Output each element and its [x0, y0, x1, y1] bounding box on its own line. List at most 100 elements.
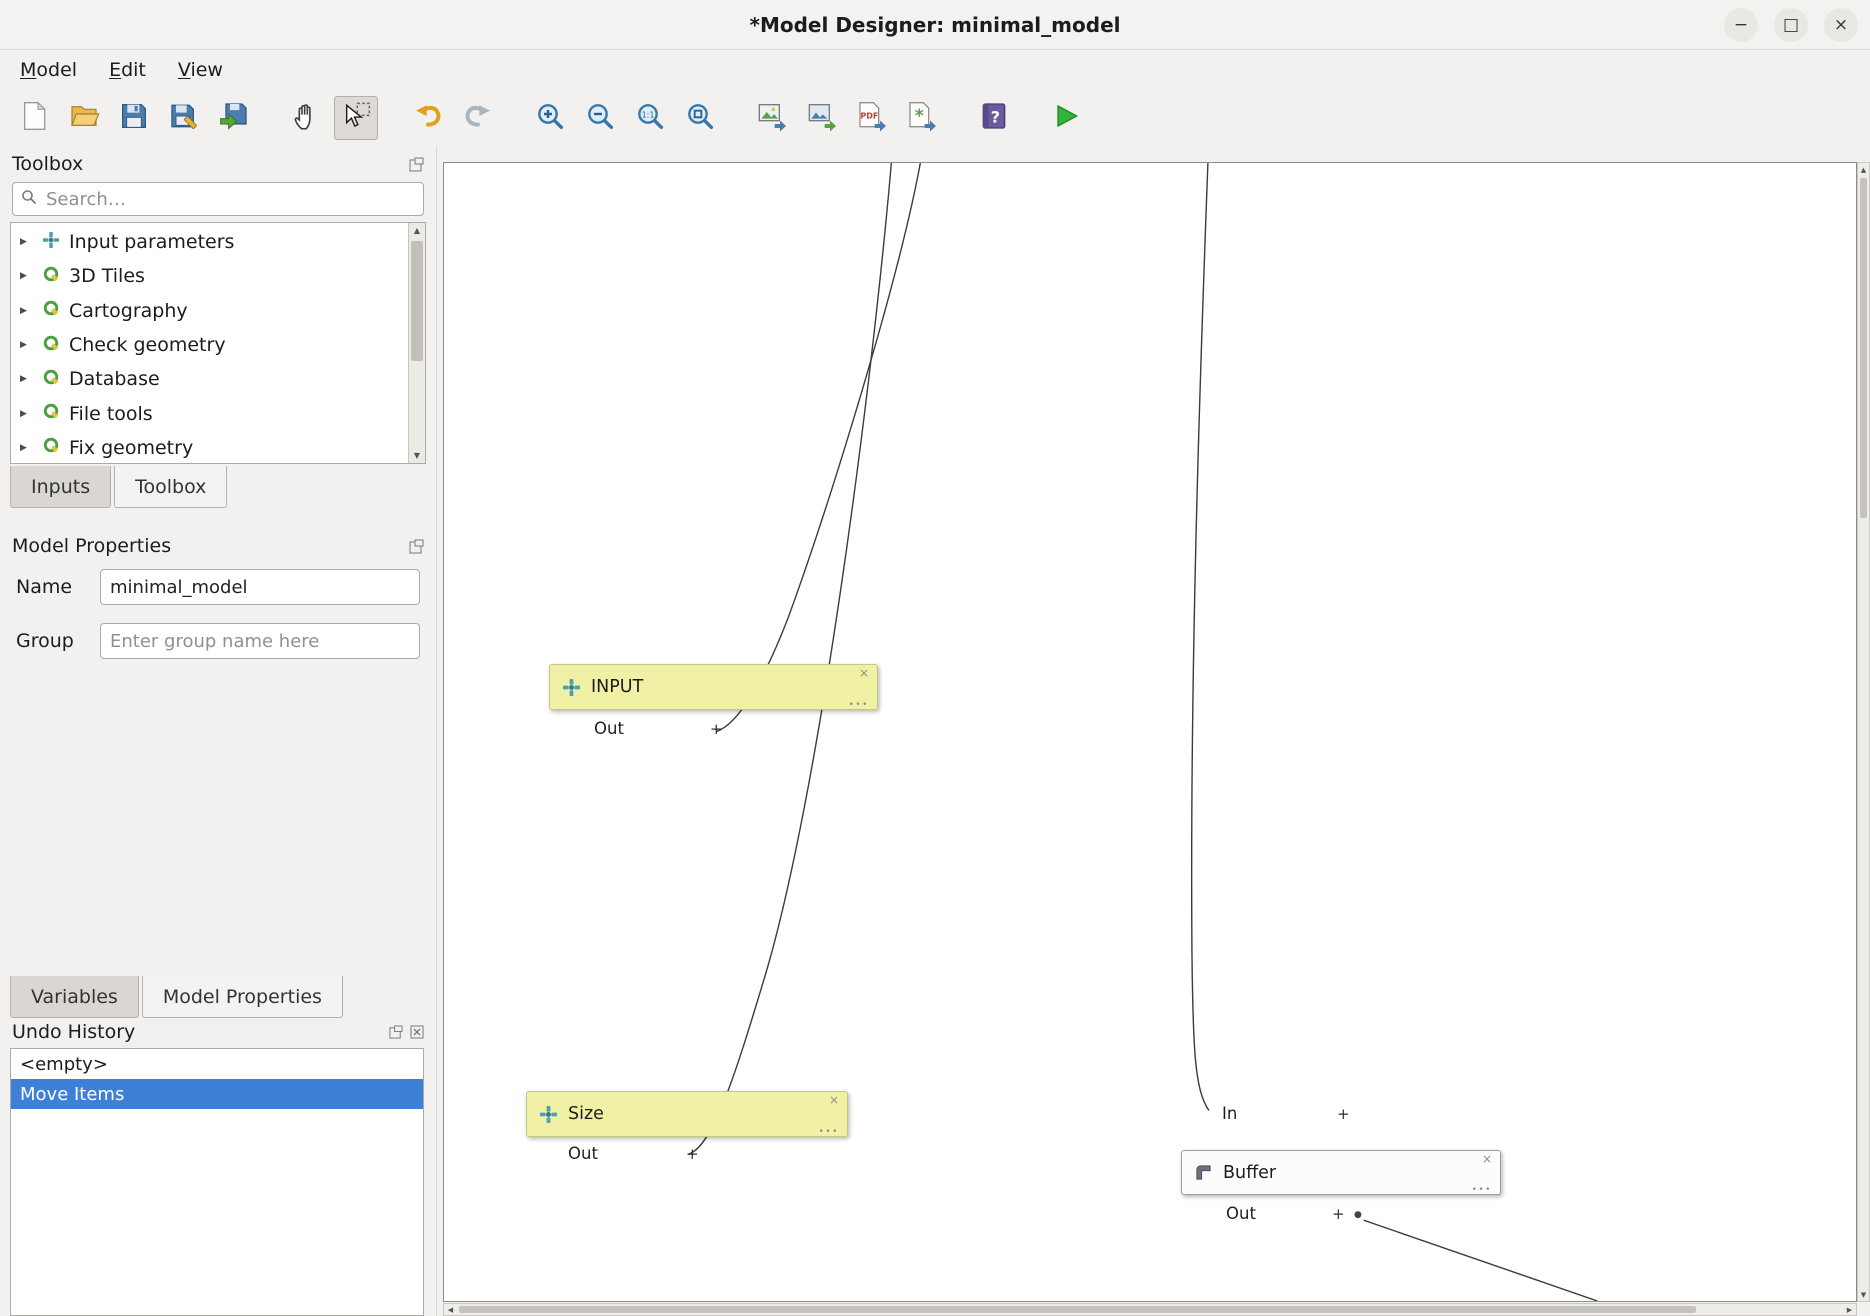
minimize-icon[interactable]: −: [1724, 8, 1758, 42]
export-pdf-icon: PDF: [856, 100, 888, 136]
tree-item-cartography[interactable]: ▶ Cartography: [11, 294, 408, 328]
node-remove-icon[interactable]: ×: [859, 666, 869, 680]
toolbox-search: [12, 182, 424, 216]
float-panel-icon[interactable]: [409, 157, 424, 172]
export-as-script-button[interactable]: *: [900, 96, 944, 140]
zoom-full-button[interactable]: [678, 96, 722, 140]
qgis-icon: [42, 368, 60, 391]
canvas-horizontal-scrollbar[interactable]: ◀ ▶: [443, 1303, 1857, 1316]
node-remove-icon[interactable]: ×: [829, 1093, 839, 1107]
run-model-button[interactable]: [1044, 96, 1088, 140]
expand-arrow-icon[interactable]: ▶: [20, 374, 33, 384]
node-label: Size: [568, 1104, 604, 1124]
node-input[interactable]: INPUT × •••: [549, 664, 878, 710]
zoom-out-button[interactable]: [578, 96, 622, 140]
node-dots-icon[interactable]: •••: [849, 700, 869, 710]
tree-scrollbar-thumb[interactable]: [411, 241, 423, 361]
socket-plus-icon[interactable]: +: [710, 720, 723, 738]
expand-arrow-icon[interactable]: ▶: [20, 237, 33, 247]
tree-item-database[interactable]: ▶ Database: [11, 362, 408, 396]
menu-edit[interactable]: Edit: [99, 53, 156, 87]
zoom-actual-button[interactable]: 1:1: [628, 96, 672, 140]
toolbox-tree: ▶ Input parameters ▶ 3D Tiles ▶ Cartogra…: [10, 222, 426, 464]
qgis-icon: [42, 436, 60, 459]
node-dots-icon[interactable]: •••: [819, 1127, 839, 1137]
zoom-in-button[interactable]: [528, 96, 572, 140]
undo-button[interactable]: [406, 96, 450, 140]
tree-item-3d-tiles[interactable]: ▶ 3D Tiles: [11, 259, 408, 293]
save-in-project-button[interactable]: [212, 96, 256, 140]
tab-toolbox[interactable]: Toolbox: [114, 466, 227, 508]
tree-item-label: 3D Tiles: [69, 265, 145, 287]
tree-scrollbar[interactable]: ▲ ▼: [408, 223, 425, 463]
toolbox-tabs: Inputs Toolbox: [0, 466, 436, 508]
tree-item-label: Cartography: [69, 300, 188, 322]
menu-model[interactable]: Model: [10, 53, 87, 87]
expand-arrow-icon[interactable]: ▶: [20, 443, 33, 453]
node-size[interactable]: Size × •••: [526, 1091, 848, 1137]
scroll-up-icon[interactable]: ▲: [1857, 163, 1870, 176]
window-title: *Model Designer: minimal_model: [750, 13, 1121, 37]
tree-item-input-parameters[interactable]: ▶ Input parameters: [11, 225, 408, 259]
export-as-pdf-button[interactable]: PDF: [850, 96, 894, 140]
name-field-row: Name: [16, 569, 420, 605]
menu-view[interactable]: View: [168, 53, 233, 87]
sidebar: Toolbox ▶ Input parameters ▶ 3D Tiles: [0, 146, 437, 1316]
close-icon[interactable]: ×: [1824, 8, 1858, 42]
close-panel-icon[interactable]: [410, 1025, 424, 1039]
expand-arrow-icon[interactable]: ▶: [20, 340, 33, 350]
scroll-left-icon[interactable]: ◀: [444, 1303, 457, 1316]
parameter-icon: [539, 1105, 558, 1124]
search-input[interactable]: [44, 188, 415, 211]
undo-history-list: <empty> Move Items: [10, 1048, 424, 1316]
select-move-item-button[interactable]: [334, 96, 378, 140]
model-name-input[interactable]: [100, 569, 420, 605]
export-as-image-button[interactable]: [750, 96, 794, 140]
tree-item-check-geometry[interactable]: ▶ Check geometry: [11, 328, 408, 362]
socket-dot-icon[interactable]: ●: [1354, 1210, 1362, 1220]
export-svg-icon: [806, 100, 838, 136]
name-label: Name: [16, 576, 88, 598]
scroll-down-icon[interactable]: ▼: [409, 448, 425, 463]
undo-item-empty[interactable]: <empty>: [11, 1049, 423, 1079]
undo-item-move-items[interactable]: Move Items: [11, 1079, 423, 1109]
expand-arrow-icon[interactable]: ▶: [20, 409, 33, 419]
maximize-icon[interactable]: □: [1774, 8, 1808, 42]
node-dots-icon[interactable]: •••: [1472, 1185, 1492, 1195]
save-model-button[interactable]: [112, 96, 156, 140]
redo-button[interactable]: [456, 96, 500, 140]
float-panel-icon[interactable]: [389, 1025, 403, 1039]
export-as-svg-button[interactable]: [800, 96, 844, 140]
redo-icon: [462, 100, 494, 136]
socket-plus-icon[interactable]: +: [1337, 1105, 1350, 1123]
tab-model-properties[interactable]: Model Properties: [142, 976, 343, 1018]
tab-variables[interactable]: Variables: [10, 976, 139, 1018]
expand-arrow-icon[interactable]: ▶: [20, 306, 33, 316]
socket-plus-icon[interactable]: +: [1332, 1205, 1345, 1223]
scroll-down-icon[interactable]: ▼: [1857, 1288, 1870, 1301]
node-remove-icon[interactable]: ×: [1482, 1152, 1492, 1166]
model-group-input[interactable]: [100, 623, 420, 659]
scroll-up-icon[interactable]: ▲: [409, 223, 425, 238]
tree-item-label: Input parameters: [69, 231, 234, 253]
undo-history-title: Undo History: [12, 1021, 135, 1043]
tree-item-file-tools[interactable]: ▶ File tools: [11, 396, 408, 430]
float-panel-icon[interactable]: [409, 539, 424, 554]
open-model-button[interactable]: [62, 96, 106, 140]
socket-plus-icon[interactable]: +: [686, 1145, 699, 1163]
tab-inputs[interactable]: Inputs: [10, 466, 111, 508]
horizontal-scrollbar-thumb[interactable]: [459, 1306, 1696, 1313]
model-canvas[interactable]: INPUT × ••• Out + Size × ••• Out + In +: [443, 162, 1857, 1302]
edit-model-help-button[interactable]: ?: [972, 96, 1016, 140]
canvas-vertical-scrollbar[interactable]: ▲ ▼: [1857, 162, 1870, 1302]
vertical-scrollbar-thumb[interactable]: [1860, 178, 1867, 518]
pan-button[interactable]: [284, 96, 328, 140]
scroll-right-icon[interactable]: ▶: [1843, 1303, 1856, 1316]
tree-item-fix-geometry[interactable]: ▶ Fix geometry: [11, 431, 408, 464]
new-model-button[interactable]: [12, 96, 56, 140]
save-model-as-button[interactable]: [162, 96, 206, 140]
expand-arrow-icon[interactable]: ▶: [20, 271, 33, 281]
socket-label-in: In: [1222, 1104, 1237, 1123]
qgis-icon: [42, 299, 60, 322]
node-buffer[interactable]: Buffer × •••: [1181, 1150, 1501, 1195]
